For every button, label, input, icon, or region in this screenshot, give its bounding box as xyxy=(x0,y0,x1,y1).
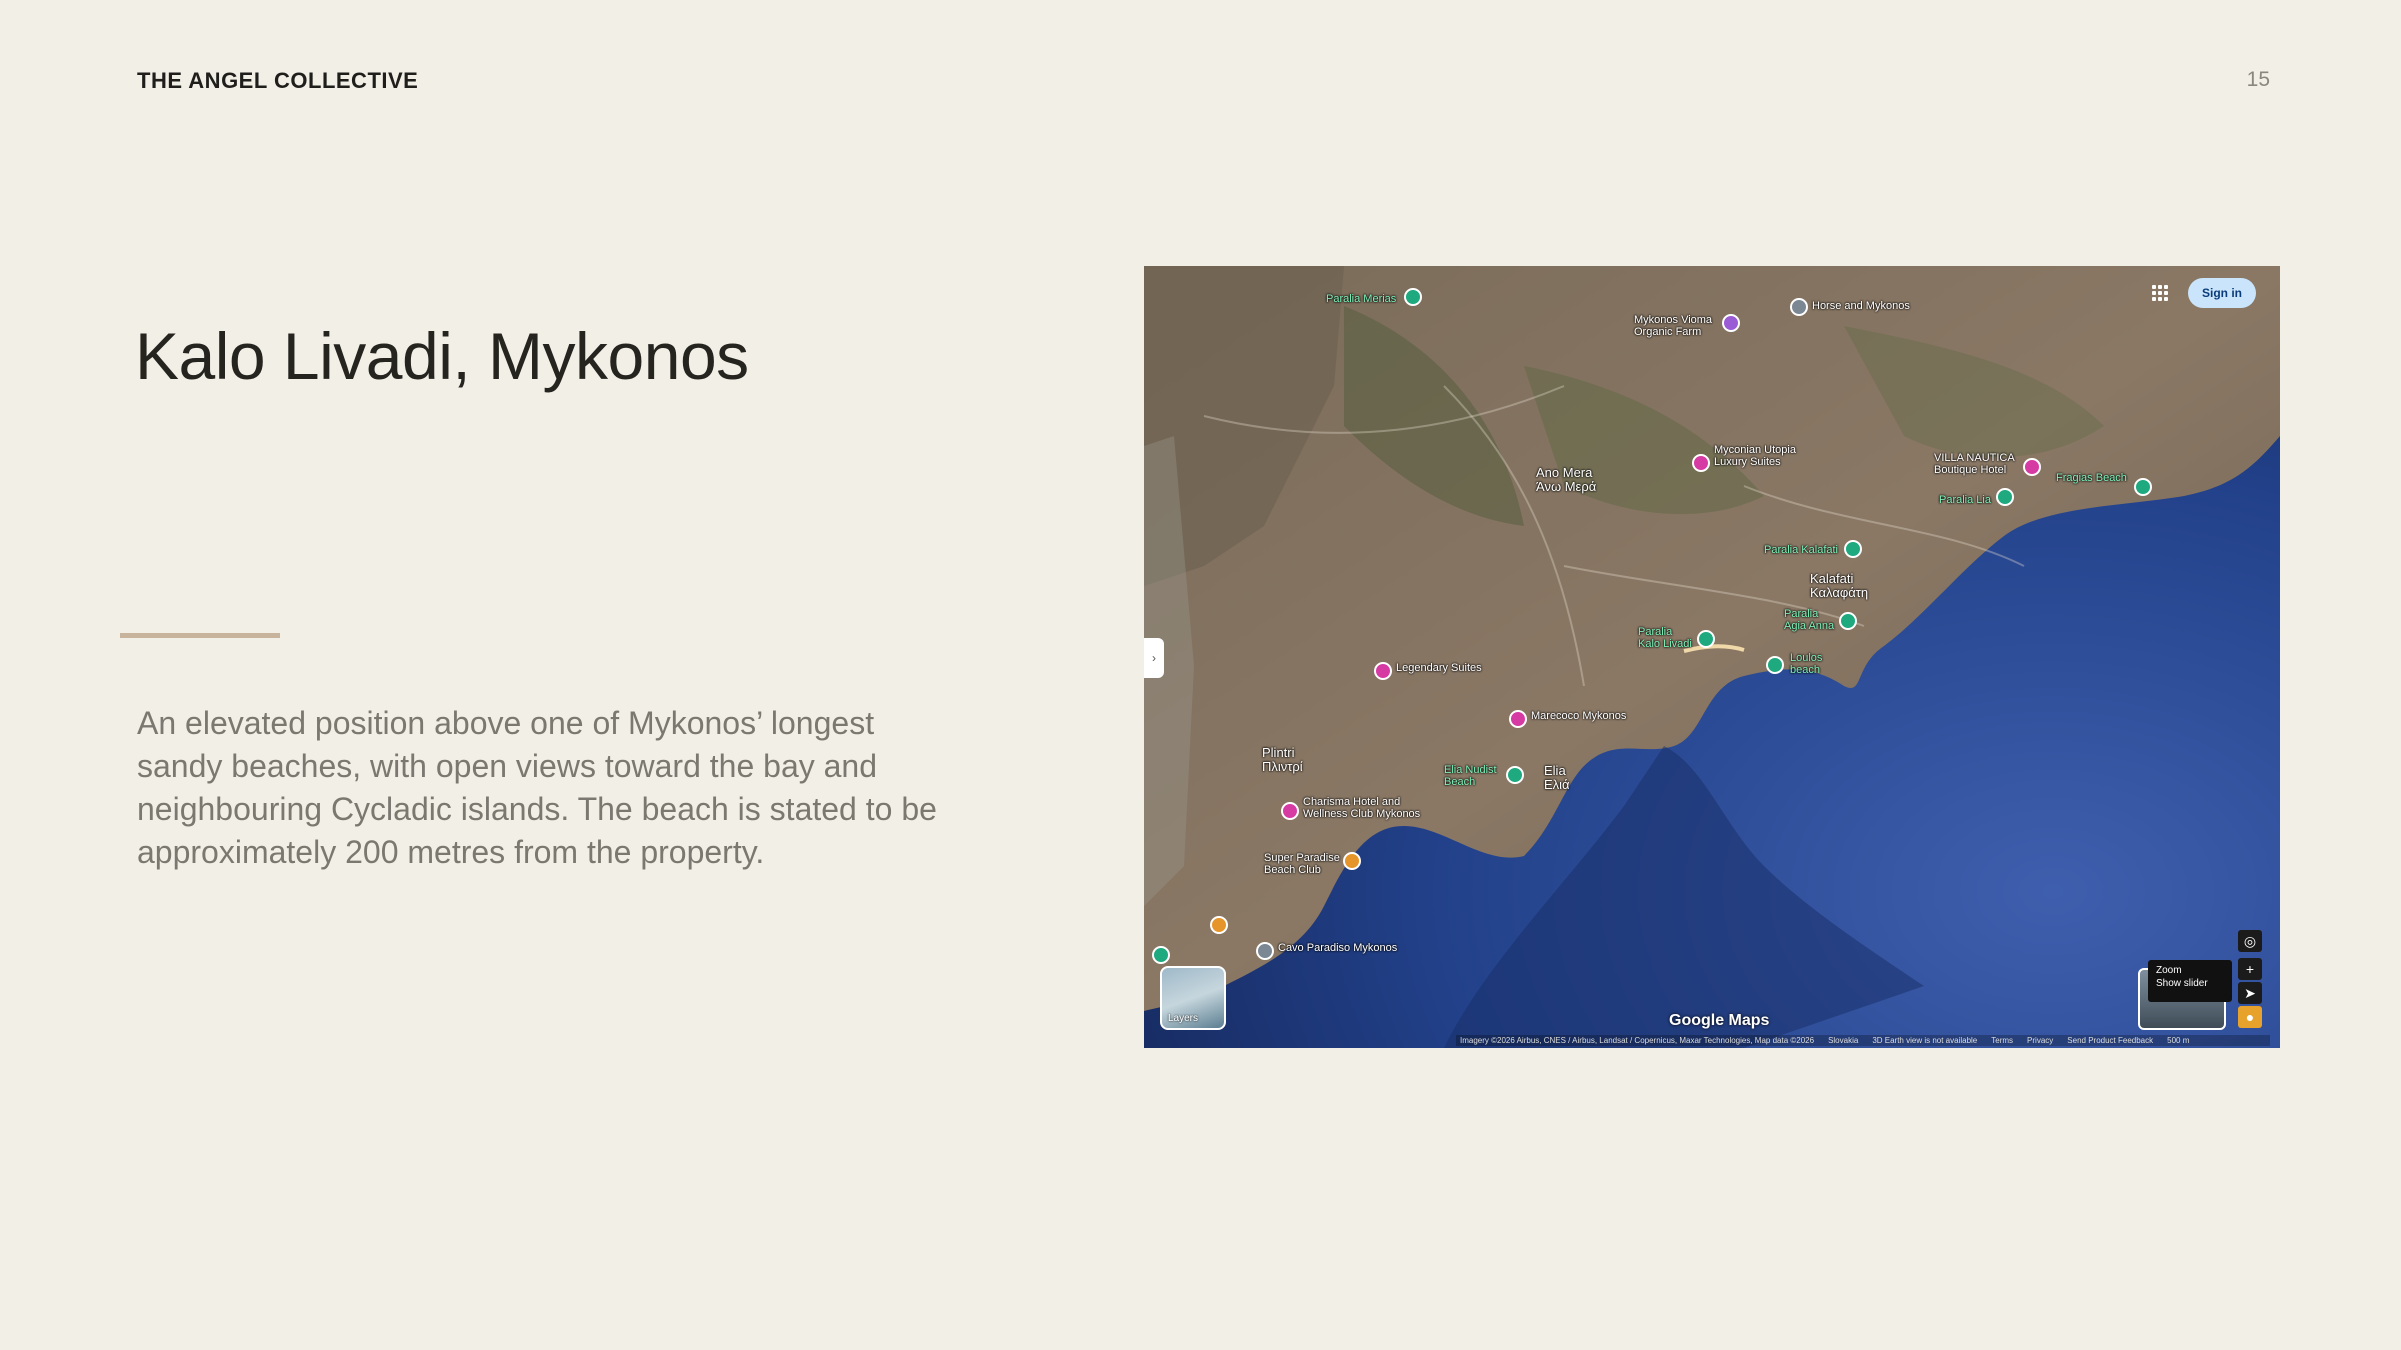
place-label[interactable]: Horse and Mykonos xyxy=(1812,300,1910,312)
place-label[interactable]: Legendary Suites xyxy=(1396,662,1482,674)
place-pin-myconian-utopia[interactable] xyxy=(1692,454,1710,472)
place-label[interactable]: Cavo Paradiso Mykonos xyxy=(1278,942,1397,954)
place-pin-loulos-beach[interactable] xyxy=(1766,656,1784,674)
scale-bar: 500 m xyxy=(2167,1036,2190,1045)
place-label[interactable]: Elia Ελιά xyxy=(1544,764,1584,792)
place-pin-coast[interactable] xyxy=(1152,946,1170,964)
place-pin-vioma-farm[interactable] xyxy=(1722,314,1740,332)
place-pin-elia-nudist[interactable] xyxy=(1506,766,1524,784)
place-label[interactable]: Super Paradise Beach Club xyxy=(1264,852,1344,876)
page-title: Kalo Livadi, Mykonos xyxy=(135,319,749,393)
google-maps-logo: Google Maps xyxy=(1669,1012,1770,1029)
place-pin-super-paradise[interactable] xyxy=(1343,852,1361,870)
place-pin-cavo-paradiso[interactable] xyxy=(1256,942,1274,960)
brand-name: THE ANGEL COLLECTIVE xyxy=(137,68,419,93)
place-pin-villa-nautica[interactable] xyxy=(2023,458,2041,476)
place-pin-agia-anna[interactable] xyxy=(1839,612,1857,630)
place-pin-beach[interactable] xyxy=(1210,916,1228,934)
imagery-credit: Imagery ©2026 Airbus, CNES / Airbus, Lan… xyxy=(1460,1036,1815,1045)
place-label[interactable]: Paralia Kalo Livadi xyxy=(1638,626,1694,650)
place-pin-fragias-beach[interactable] xyxy=(2134,478,2152,496)
compass-icon[interactable]: ➤ xyxy=(2238,982,2262,1004)
place-label[interactable]: Paralia Merias xyxy=(1326,293,1396,305)
map-view[interactable]: Paralia Merias Mykonos Vioma Organic Far… xyxy=(1144,266,2280,1048)
apps-grid-icon[interactable] xyxy=(2152,285,2168,301)
place-label[interactable]: Loulos beach xyxy=(1790,652,1850,676)
sign-in-button[interactable]: Sign in xyxy=(2188,278,2256,308)
zoom-in-button[interactable]: + xyxy=(2238,958,2262,980)
place-label[interactable]: VILLA NAUTICA Boutique Hotel xyxy=(1934,452,2024,476)
place-label[interactable]: Paralia Agia Anna xyxy=(1784,608,1840,632)
privacy-link[interactable]: Privacy xyxy=(2027,1036,2053,1045)
place-pin-charisma-hotel[interactable] xyxy=(1281,802,1299,820)
zoom-tooltip-title: Zoom xyxy=(2156,965,2182,976)
zoom-tooltip: Zoom Show slider xyxy=(2148,960,2232,1002)
earth-view-note: 3D Earth view is not available xyxy=(1872,1036,1978,1045)
place-label[interactable]: Fragias Beach xyxy=(2056,472,2134,484)
zoom-tooltip-subtitle: Show slider xyxy=(2156,978,2208,989)
place-pin-paralia-merias[interactable] xyxy=(1404,288,1422,306)
place-label[interactable]: Ano Mera Άνω Μερά xyxy=(1536,466,1606,494)
place-pin-paralia-lia[interactable] xyxy=(1996,488,2014,506)
pegman-icon[interactable]: ● xyxy=(2238,1006,2262,1028)
feedback-link[interactable]: Send Product Feedback xyxy=(2067,1036,2153,1045)
my-location-icon[interactable]: ◎ xyxy=(2238,930,2262,952)
place-pin-legendary-suites[interactable] xyxy=(1374,662,1392,680)
place-label[interactable]: Kalafati Καλαφάτη xyxy=(1810,572,1880,600)
side-panel-toggle[interactable]: › xyxy=(1144,638,1164,678)
place-pin-horse-mykonos[interactable] xyxy=(1790,298,1808,316)
place-pin-paralia-kalafati[interactable] xyxy=(1844,540,1862,558)
map-attribution: Imagery ©2026 Airbus, CNES / Airbus, Lan… xyxy=(1456,1035,2270,1046)
region-link[interactable]: Slovakia xyxy=(1828,1036,1858,1045)
layers-button[interactable]: Layers xyxy=(1160,966,1226,1030)
place-label[interactable]: Mykonos Vioma Organic Farm xyxy=(1634,314,1718,338)
layers-label: Layers xyxy=(1168,1013,1199,1024)
place-label[interactable]: Elia Nudist Beach xyxy=(1444,764,1506,788)
page-number: 15 xyxy=(2246,68,2270,91)
place-label[interactable]: Paralia Lia xyxy=(1939,494,1991,506)
place-label[interactable]: Charisma Hotel and Wellness Club Mykonos xyxy=(1303,796,1443,820)
place-pin-marecoco[interactable] xyxy=(1509,710,1527,728)
place-label[interactable]: Marecoco Mykonos xyxy=(1531,710,1626,722)
satellite-imagery xyxy=(1144,266,2280,1048)
terms-link[interactable]: Terms xyxy=(1991,1036,2013,1045)
accent-divider xyxy=(120,633,280,638)
place-pin-kalo-livadi[interactable] xyxy=(1697,630,1715,648)
property-description: An elevated position above one of Mykono… xyxy=(137,705,937,870)
place-label[interactable]: Myconian Utopia Luxury Suites xyxy=(1714,444,1814,468)
place-label[interactable]: Paralia Kalafati xyxy=(1764,544,1838,556)
place-label[interactable]: Plintri Πλιντρί xyxy=(1262,746,1316,774)
